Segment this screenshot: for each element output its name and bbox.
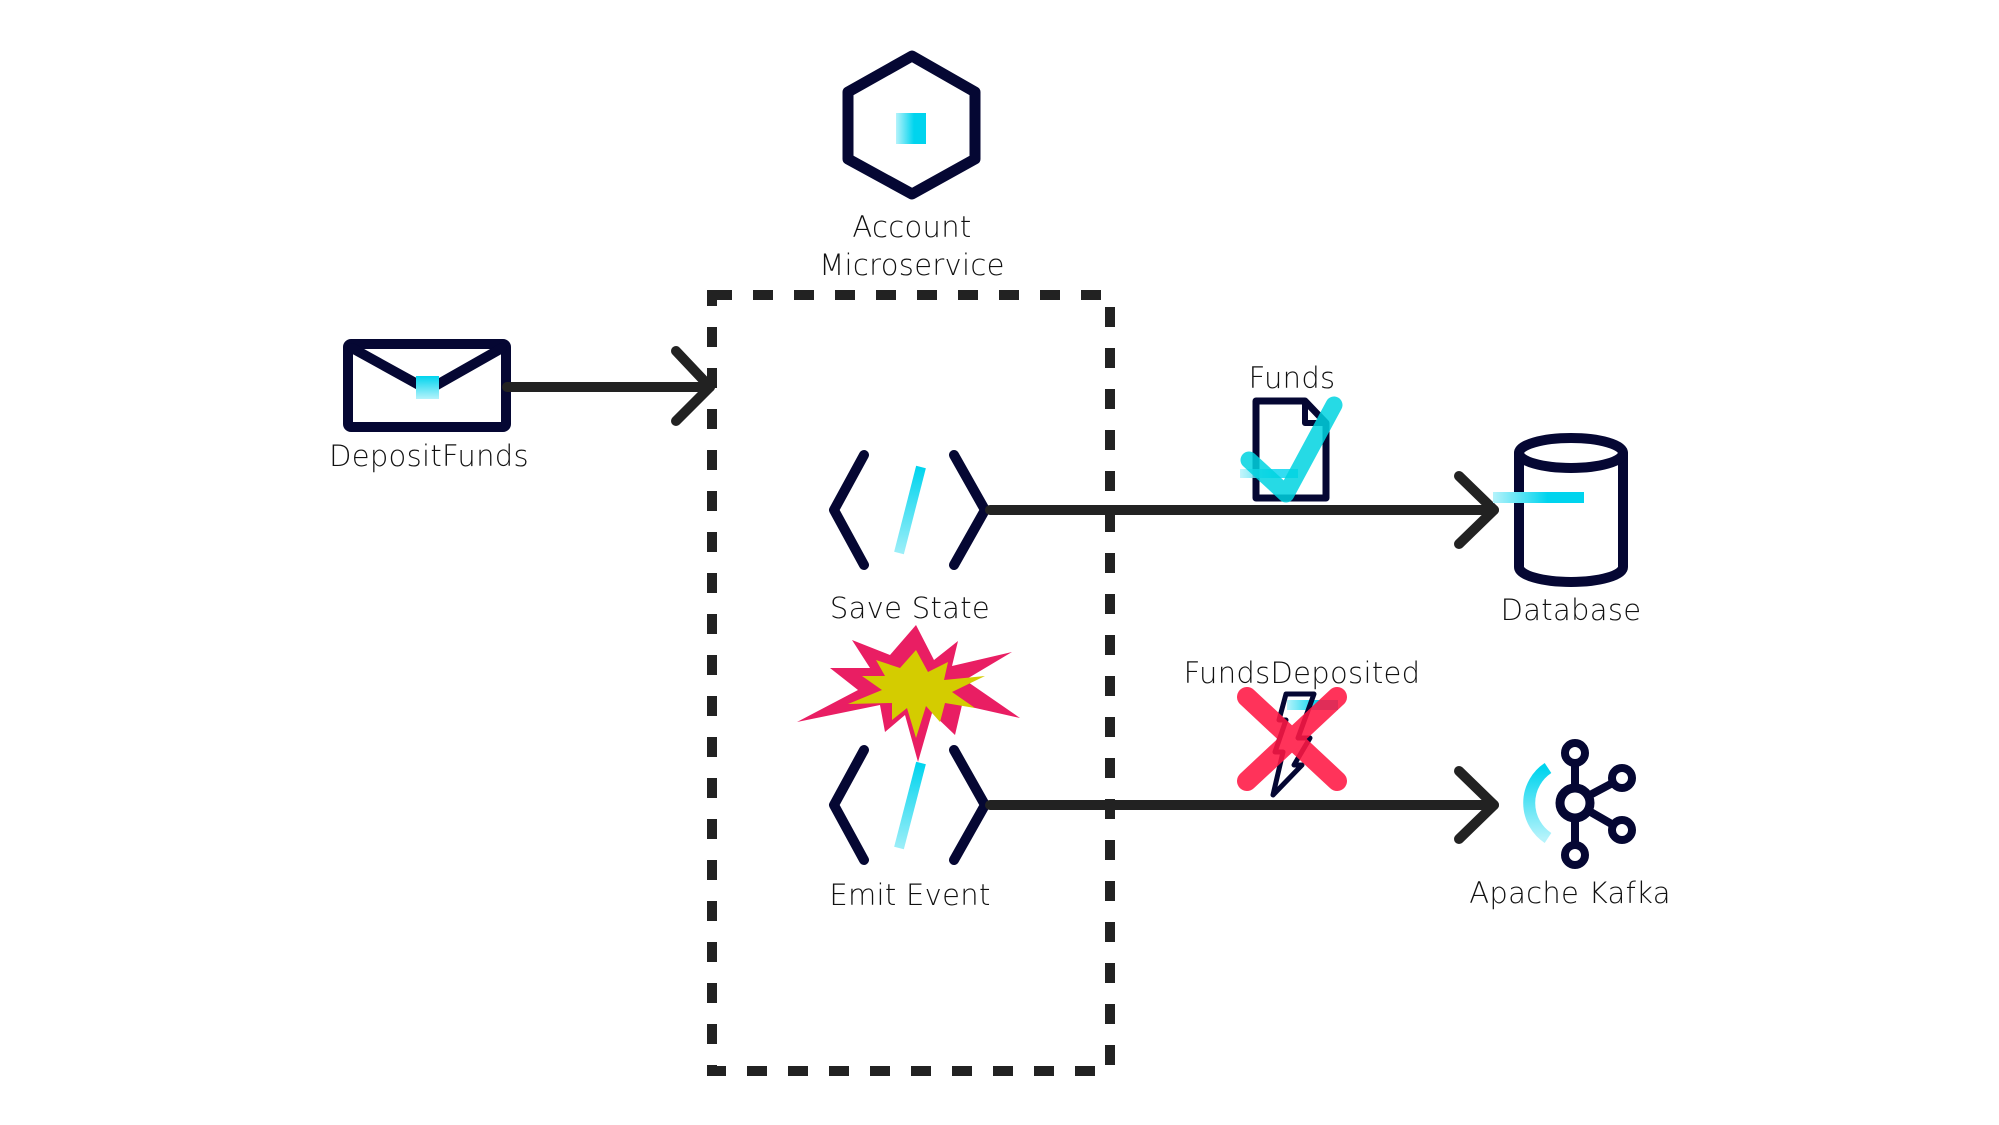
hexagon-microservice-icon <box>842 50 981 200</box>
save-state-code-icon <box>829 450 990 570</box>
explosion-icon <box>797 625 1020 762</box>
microservice-label-line2: Microservice <box>819 248 1005 282</box>
command-arrow <box>502 346 715 426</box>
funds-deposited-edge-label: FundsDeposited <box>1184 656 1421 690</box>
database-cylinder-icon <box>1493 433 1628 587</box>
save-state-label: Save State <box>830 591 990 625</box>
kafka-icon <box>1523 739 1636 869</box>
emit-event-label: Emit Event <box>829 878 990 912</box>
envelope-icon <box>343 339 511 432</box>
checkmark-icon <box>1240 396 1343 503</box>
diagram-canvas: Account Microservice DepositFunds Save S… <box>329 50 1671 1076</box>
funds-edge-label: Funds <box>1249 361 1336 395</box>
save-state-arrow <box>985 471 1499 549</box>
microservice-label-line1: Account <box>852 210 971 244</box>
emit-event-code-icon <box>829 745 990 865</box>
command-label: DepositFunds <box>329 439 529 473</box>
kafka-label: Apache Kafka <box>1469 876 1671 910</box>
database-label: Database <box>1501 593 1642 627</box>
